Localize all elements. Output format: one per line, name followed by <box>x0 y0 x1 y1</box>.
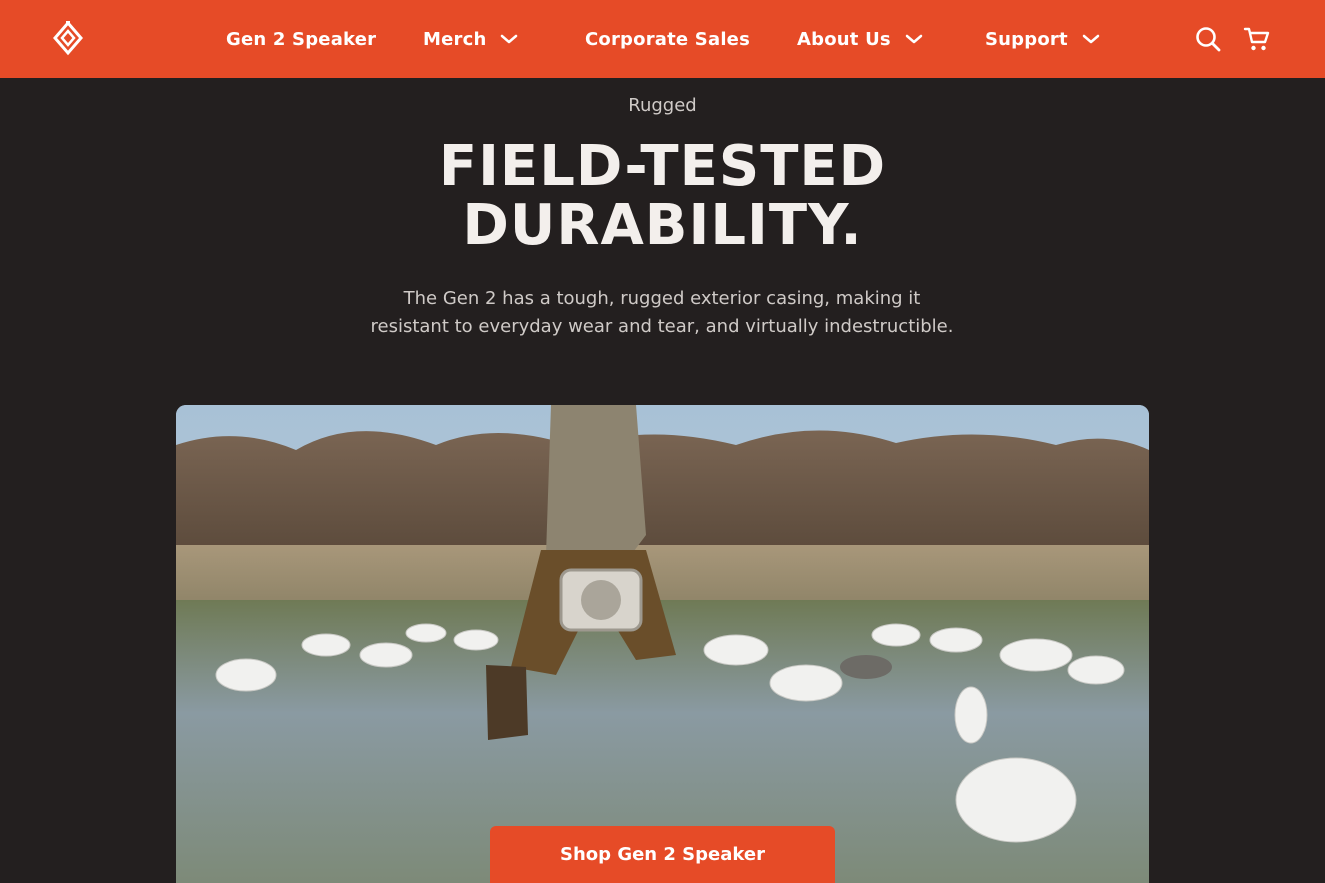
chevron-down-icon <box>501 34 518 44</box>
diamond-logo-icon[interactable] <box>53 21 83 57</box>
nav-corporate-sales[interactable]: Corporate Sales <box>585 0 750 78</box>
nav-corporate-sales-label: Corporate Sales <box>585 28 751 50</box>
nav-merch-label: Merch <box>423 28 487 50</box>
nav-support-label: Support <box>985 28 1068 50</box>
chevron-down-icon <box>1082 34 1100 44</box>
field-scene-image <box>176 405 1149 883</box>
description-line-1: The Gen 2 has a tough, rugged exterior c… <box>403 288 921 309</box>
nav-gen2-speaker-label: Gen 2 Speaker <box>226 28 377 50</box>
nav-gen2-speaker[interactable]: Gen 2 Speaker <box>226 0 376 78</box>
chevron-down-icon <box>905 34 923 44</box>
hero-photo <box>176 405 1149 883</box>
section-description: The Gen 2 has a tough, rugged exterior c… <box>362 285 962 341</box>
nav-merch[interactable]: Merch <box>423 0 518 78</box>
headline-line-1: FIELD-TESTED <box>438 134 887 199</box>
search-icon[interactable] <box>1194 25 1222 53</box>
headline-line-2: DURABILITY. <box>462 193 863 258</box>
top-nav: Gen 2 Speaker Merch Corporate Sales Abou… <box>0 0 1325 78</box>
description-line-2: resistant to everyday wear and tear, and… <box>370 316 954 337</box>
shop-gen2-speaker-button[interactable]: Shop Gen 2 Speaker <box>490 826 835 883</box>
section-headline: FIELD-TESTED DURABILITY. <box>0 137 1325 255</box>
nav-about-us-label: About Us <box>797 28 891 50</box>
cart-icon[interactable] <box>1243 25 1271 53</box>
nav-support[interactable]: Support <box>985 0 1100 78</box>
nav-about-us[interactable]: About Us <box>797 0 923 78</box>
section-eyebrow: Rugged <box>628 95 697 116</box>
